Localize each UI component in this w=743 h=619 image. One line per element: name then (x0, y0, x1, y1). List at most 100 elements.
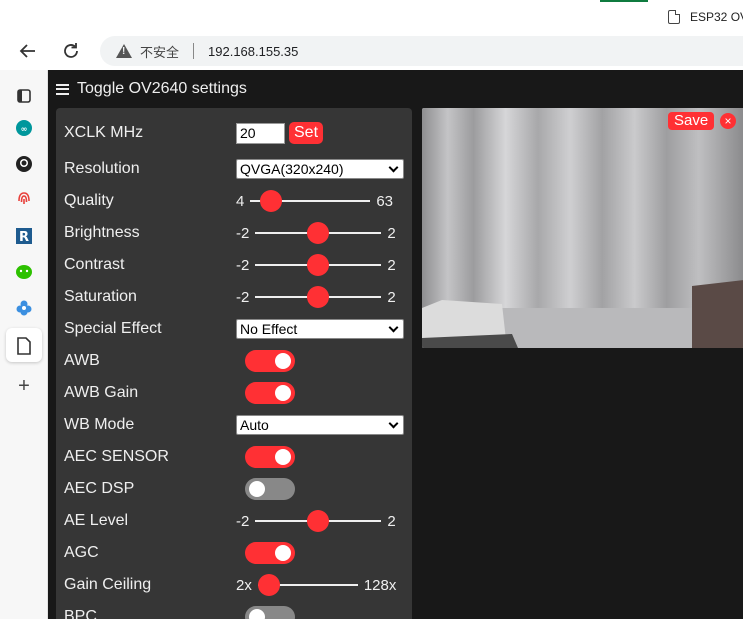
quality-slider-knob[interactable] (260, 190, 283, 212)
camera-frame-image (422, 108, 743, 348)
contrast-slider-knob[interactable] (307, 254, 330, 276)
settings-toggle[interactable]: Toggle OV2640 settings (56, 80, 247, 98)
contrast-row: Contrast -2 2 (64, 253, 404, 277)
aec-sensor-toggle[interactable] (245, 446, 295, 468)
add-icon[interactable]: + (14, 375, 34, 397)
document-icon[interactable] (14, 336, 34, 356)
xclk-row: XCLK MHz 20 Set (64, 121, 404, 145)
brightness-slider-knob[interactable] (307, 222, 330, 244)
not-secure-icon (116, 44, 132, 58)
gain-ceiling-slider-knob[interactable] (257, 574, 280, 596)
svg-text:R: R (19, 230, 29, 245)
resolution-select[interactable]: QVGA(320x240) (236, 159, 404, 179)
tab-title: ESP32 OV (690, 10, 743, 24)
aec-dsp-row: AEC DSP (64, 477, 404, 501)
aec-sensor-label: AEC SENSOR (64, 448, 169, 465)
ae-level-max: 2 (387, 512, 396, 530)
chevron-down-icon (388, 418, 399, 428)
awb-gain-row: AWB Gain (64, 381, 404, 405)
github-icon[interactable] (14, 154, 34, 174)
wechat-icon[interactable] (14, 262, 34, 282)
aec-dsp-toggle[interactable] (245, 478, 295, 500)
special-effect-select[interactable]: No Effect (236, 319, 404, 339)
contrast-max: 2 (387, 256, 396, 274)
xclk-input[interactable]: 20 (236, 122, 285, 144)
saturation-slider[interactable] (255, 286, 382, 308)
contrast-min: -2 (236, 256, 250, 274)
sidebar-tabs-icon[interactable] (14, 86, 34, 106)
security-label: 不安全 (140, 44, 180, 60)
web-page: Toggle OV2640 settings XCLK MHz 20 Set R… (48, 70, 743, 619)
tab-accent (600, 0, 648, 2)
wb-mode-row: WB Mode Auto (64, 413, 404, 437)
save-button[interactable]: Save (668, 112, 715, 130)
tab-strip: ESP32 OV (0, 0, 743, 32)
bpc-toggle[interactable] (245, 606, 295, 619)
brightness-row: Brightness -2 2 (64, 221, 404, 245)
resolution-row: Resolution QVGA(320x240) (64, 157, 404, 181)
resolution-value: QVGA(320x240) (240, 161, 344, 177)
fingerprint-icon[interactable] (14, 188, 34, 208)
reload-button[interactable] (58, 38, 84, 64)
saturation-range: -2 2 (236, 286, 396, 308)
hamburger-icon (56, 83, 69, 95)
ae-level-slider[interactable] (255, 510, 382, 532)
saturation-min: -2 (236, 288, 250, 306)
wb-mode-value: Auto (240, 417, 269, 433)
gain-ceiling-max: 128x (363, 576, 397, 594)
aec-sensor-row: AEC SENSOR (64, 445, 404, 469)
quality-row: Quality 4 63 (64, 189, 404, 213)
xclk-set-button[interactable]: Set (289, 122, 324, 144)
agc-row: AGC (64, 541, 404, 565)
ae-level-label: AE Level (64, 512, 129, 529)
brightness-min: -2 (236, 224, 250, 242)
awb-row: AWB (64, 349, 404, 373)
ae-level-min: -2 (236, 512, 250, 530)
ae-level-range: -2 2 (236, 510, 396, 532)
reload-icon (64, 43, 78, 58)
ae-level-slider-knob[interactable] (307, 510, 330, 532)
tab-esp32[interactable]: ESP32 OV (668, 6, 743, 28)
saturation-max: 2 (387, 288, 396, 306)
toggle-knob (275, 385, 291, 401)
gain-ceiling-min: 2x (236, 576, 252, 594)
flower-app-icon[interactable] (14, 298, 34, 318)
awb-toggle[interactable] (245, 350, 295, 372)
wb-mode-select[interactable]: Auto (236, 415, 404, 435)
page-icon (668, 10, 680, 24)
quality-range: 4 63 (236, 190, 394, 212)
address-bar[interactable]: 不安全 192.168.155.35 (100, 36, 743, 66)
chevron-down-icon (388, 162, 399, 172)
url-text: 192.168.155.35 (208, 43, 299, 59)
close-icon[interactable]: × (720, 113, 736, 129)
gain-ceiling-range: 2x 128x (236, 574, 397, 596)
quality-slider[interactable] (250, 190, 371, 212)
arduino-icon[interactable]: ∞ (14, 118, 34, 138)
bpc-label: BPC (64, 608, 97, 619)
agc-toggle[interactable] (245, 542, 295, 564)
toggle-knob (275, 545, 291, 561)
awb-label: AWB (64, 352, 100, 369)
brightness-slider[interactable] (255, 222, 382, 244)
browser-sidebar: ∞ R + (0, 70, 48, 619)
r-app-icon[interactable]: R (14, 226, 34, 246)
agc-label: AGC (64, 544, 99, 561)
toggle-knob (249, 609, 265, 619)
back-button[interactable] (15, 38, 41, 64)
brightness-max: 2 (387, 224, 396, 242)
brightness-label: Brightness (64, 224, 140, 241)
special-effect-row: Special Effect No Effect (64, 317, 404, 341)
quality-max: 63 (376, 192, 394, 210)
svg-text:∞: ∞ (21, 125, 28, 134)
gain-ceiling-slider[interactable] (257, 574, 358, 596)
contrast-slider[interactable] (255, 254, 382, 276)
gain-ceiling-row: Gain Ceiling 2x 128x (64, 573, 404, 597)
saturation-slider-knob[interactable] (307, 286, 330, 308)
awb-gain-toggle[interactable] (245, 382, 295, 404)
awb-gain-label: AWB Gain (64, 384, 139, 401)
page-title: Toggle OV2640 settings (77, 80, 247, 97)
saturation-row: Saturation -2 2 (64, 285, 404, 309)
saturation-label: Saturation (64, 288, 137, 305)
back-arrow-icon (19, 44, 35, 58)
address-separator (193, 43, 195, 59)
